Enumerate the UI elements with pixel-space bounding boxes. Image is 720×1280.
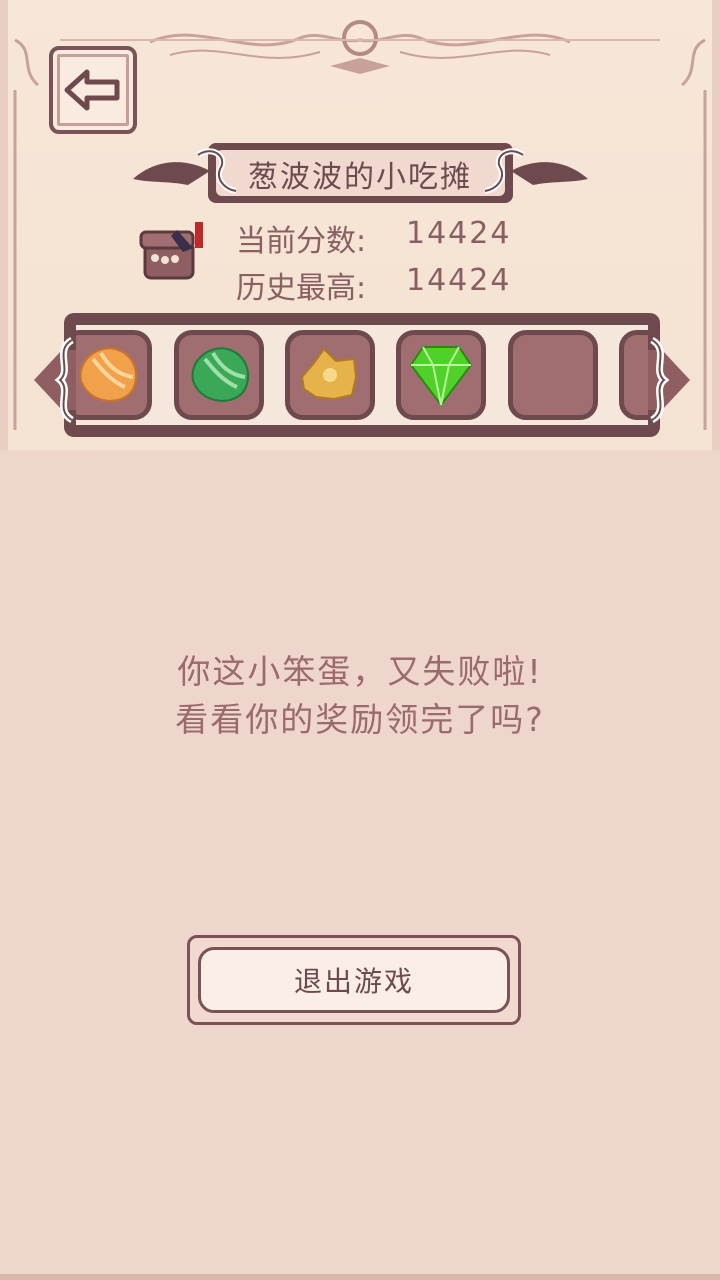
left-arrow-icon [64, 69, 120, 111]
item-tray-slots [76, 325, 648, 425]
tray-slot-5[interactable] [508, 330, 598, 420]
exit-game-label: 退出游戏 [198, 947, 510, 1013]
message-line-1: 你这小笨蛋，又失败啦! [177, 652, 543, 691]
current-score-row: 当前分数: 14424 [236, 216, 511, 260]
tray-slot-2[interactable] [174, 330, 264, 420]
golden-nugget-icon [300, 347, 358, 401]
tray-slot-3[interactable] [285, 330, 375, 420]
tray-left-cap [34, 336, 76, 424]
back-button[interactable] [49, 46, 137, 134]
gift-box-icon [139, 222, 203, 280]
tray-slot-1[interactable] [76, 330, 152, 420]
green-candy-icon [191, 347, 250, 402]
tray-slot-4[interactable] [396, 330, 486, 420]
best-score-row: 历史最高: 14424 [236, 263, 511, 307]
tray-right-cap [648, 336, 690, 424]
green-gem-icon [409, 346, 473, 407]
orange-candy-icon [79, 347, 138, 402]
best-score-value: 14424 [406, 263, 512, 298]
current-score-value: 14424 [406, 216, 512, 251]
best-score-label: 历史最高: [236, 271, 367, 306]
message-line-2: 看看你的奖励领完了吗? [175, 700, 545, 739]
current-score-label: 当前分数: [236, 224, 367, 259]
exit-game-button[interactable]: 退出游戏 [187, 935, 521, 1025]
game-over-message: 你这小笨蛋，又失败啦! 看看你的奖励领完了吗? [60, 648, 660, 744]
bottom-edge [0, 1274, 720, 1280]
stall-title: 葱波波的小吃摊 [248, 160, 472, 195]
